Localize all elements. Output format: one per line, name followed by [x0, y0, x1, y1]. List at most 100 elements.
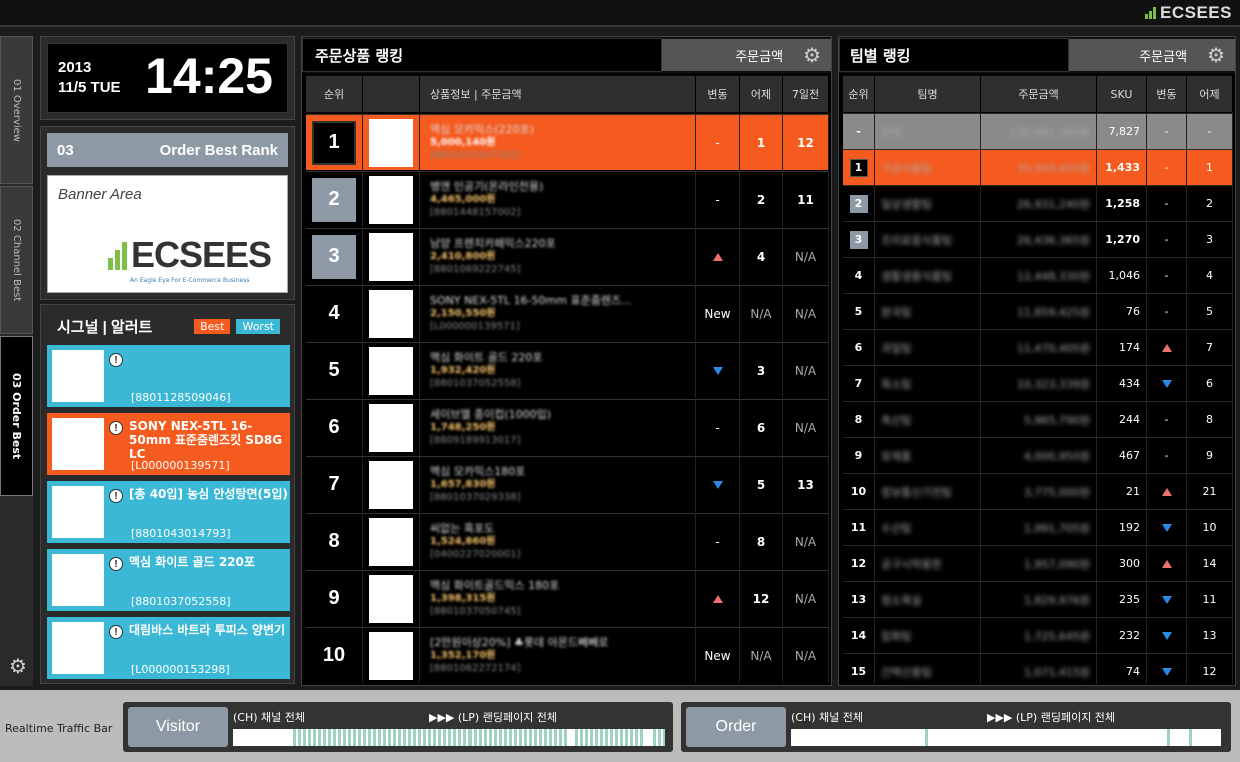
- change-value: New: [704, 306, 731, 321]
- product-row[interactable]: 9 맥심 화이트골드믹스 180포 1,398,315원 [8801037050…: [306, 570, 829, 626]
- visitor-traffic-strip[interactable]: [233, 729, 666, 746]
- banner-area[interactable]: Banner Area ECSEES An Eagle Eye For E-Co…: [47, 175, 288, 293]
- product-row[interactable]: 5 맥심 화이트 골드 220포 1,932,420원 [88010370525…: [306, 342, 829, 398]
- team-name: 전체: [881, 125, 902, 139]
- team-sort-selector[interactable]: 주문금액 ⚙: [1069, 39, 1235, 71]
- tab-channel-best[interactable]: 02 Channel Best: [0, 186, 33, 334]
- change-down-icon: [1161, 523, 1172, 532]
- week-value: N/A: [794, 420, 817, 435]
- change-value: -: [715, 420, 720, 435]
- top-bar: ECSEES: [0, 0, 1240, 27]
- clock-day: 11/5 TUE: [58, 79, 121, 96]
- product-sort-label: 주문금액: [735, 49, 784, 65]
- order-traffic-strip[interactable]: [791, 729, 1221, 746]
- product-thumbnail: [52, 554, 104, 606]
- team-name: 간택신용팀: [881, 665, 932, 679]
- team-row[interactable]: 3 조미료음식품팀 26,436,365원 1,270 - 3: [843, 221, 1233, 257]
- product-image: [369, 118, 413, 167]
- product-row[interactable]: 1 맥심 모카믹스(220포) 5,000,140원 [880103704720…: [306, 114, 829, 170]
- team-sku: 1,258: [1105, 197, 1140, 210]
- product-row[interactable]: 6 세이브엘 종이컵(1000입) 1,748,250원 [8809189913…: [306, 399, 829, 455]
- team-name: 완국팀: [881, 305, 912, 319]
- product-image: [369, 289, 413, 338]
- signal-item[interactable]: ! 대림바스 바트라 투피스 양변기 [L000000153298]: [47, 617, 290, 679]
- product-settings-gear-icon[interactable]: ⚙: [803, 43, 821, 67]
- traffic-tick: [313, 729, 316, 746]
- team-total-row[interactable]: - 전체 230,841,395원 7,827 - -: [843, 113, 1233, 149]
- product-sort-selector[interactable]: 주문금액 ⚙: [662, 39, 831, 71]
- tab-order-best[interactable]: 03 Order Best: [0, 336, 33, 496]
- team-row[interactable]: 14 잡화팀 1,725,645원 232 13: [843, 617, 1233, 653]
- traffic-tick: [534, 729, 537, 746]
- team-name: 잡화팀: [881, 629, 912, 643]
- best-badge[interactable]: Best: [194, 318, 231, 334]
- team-name: 청소욕실: [881, 593, 922, 607]
- order-button[interactable]: Order: [686, 707, 786, 747]
- team-row[interactable]: 7 육소팀 10,323,339원 434 6: [843, 365, 1233, 401]
- signal-item[interactable]: ! [8801128509046]: [47, 345, 290, 407]
- team-sku: 1,270: [1105, 233, 1140, 246]
- signal-item-name: 대림바스 바트라 투피스 양변기: [129, 623, 286, 637]
- team-row[interactable]: 1 가공식품팀 35,564,455원 1,433 - 1: [843, 149, 1233, 185]
- traffic-tick: [605, 729, 608, 746]
- product-row[interactable]: 8 씨없는 흑포도 1,524,860원 [0400227020001] - 8…: [306, 513, 829, 569]
- traffic-tick: [653, 729, 656, 746]
- visitor-button[interactable]: Visitor: [128, 707, 228, 747]
- app-logo-text: ECSEES: [1160, 3, 1232, 22]
- team-table-header: 순위 팀명 주문금액 SKU 변동 어제: [843, 76, 1233, 112]
- rank-number: 7: [328, 473, 340, 495]
- team-row[interactable]: 6 과일팀 11,470,405원 174 7: [843, 329, 1233, 365]
- team-row[interactable]: 5 완국팀 11,859,425원 76 - 5: [843, 293, 1233, 329]
- change-value: -: [715, 534, 720, 549]
- signal-item[interactable]: ! 맥심 화이트 골드 220포 [8801037052558]: [47, 549, 290, 611]
- product-row[interactable]: 10 [2만원이상20%] ♣롯데 아몬드빼빼로 1,352,170원 [880…: [306, 627, 829, 683]
- product-code: [8809189913017]: [430, 435, 521, 446]
- team-amount: 230,841,395원: [1009, 125, 1090, 139]
- team-sku: 467: [1119, 449, 1140, 462]
- team-amount: 11,470,405원: [1016, 341, 1090, 355]
- team-row[interactable]: 9 유제품 4,000,950원 467 - 9: [843, 437, 1233, 473]
- team-row[interactable]: 4 생활생용식품팀 12,448,330원 1,046 - 4: [843, 257, 1233, 293]
- team-row[interactable]: 10 정보통신기전팀 3,775,000원 21 21: [843, 473, 1233, 509]
- logo-bars-icon: [108, 242, 127, 270]
- product-row[interactable]: 4 SONY NEX-5TL 16-50mm 표준줌렌즈... 2,150,55…: [306, 285, 829, 341]
- team-rank: 8: [854, 413, 863, 426]
- traffic-tick: [388, 729, 391, 746]
- traffic-tick: [625, 729, 628, 746]
- alert-icon: !: [109, 557, 123, 571]
- rank-number: 8: [328, 530, 340, 552]
- clock-year: 2013: [58, 59, 92, 76]
- traffic-tick: [640, 729, 643, 746]
- settings-gear-icon[interactable]: ⚙: [9, 654, 27, 678]
- team-row[interactable]: 8 축산팀 5,965,790원 244 - 8: [843, 401, 1233, 437]
- tab-overview[interactable]: 01 Overview: [0, 36, 33, 184]
- team-rank: 7: [854, 377, 863, 390]
- team-row[interactable]: 11 수산팀 1,991,705원 192 10: [843, 509, 1233, 545]
- team-row[interactable]: 12 공구시락용판 1,957,090원 300 14: [843, 545, 1233, 581]
- team-row[interactable]: 15 간택신용팀 1,071,415원 74 12: [843, 653, 1233, 689]
- product-name: [2만원이상20%] ♣롯데 아몬드빼빼로: [430, 636, 609, 649]
- team-sku: 235: [1119, 593, 1140, 606]
- yesterday-value: 2: [756, 192, 766, 207]
- team-name: 조미료음식품팀: [881, 233, 952, 247]
- signal-item[interactable]: ! SONY NEX-5TL 16-50mm 표준줌렌즈킷 SD8G LC [L…: [47, 413, 290, 475]
- signal-item[interactable]: ! [총 40입] 농심 안성탕면(5입) [8801043014793]: [47, 481, 290, 543]
- worst-badge[interactable]: Worst: [236, 318, 280, 334]
- team-settings-gear-icon[interactable]: ⚙: [1207, 43, 1225, 67]
- product-row[interactable]: 2 뱅앤 인공기(온라인전용) 4,465,000원 [880144815700…: [306, 171, 829, 227]
- team-name: 축산팀: [881, 413, 912, 427]
- team-amount: 11,859,425원: [1016, 305, 1090, 319]
- vertical-tabs: 01 Overview 02 Channel Best 03 Order Bes…: [0, 36, 33, 686]
- change-up-icon: [1161, 559, 1172, 568]
- team-row[interactable]: 13 청소욕실 1,829,976원 235 11: [843, 581, 1233, 617]
- team-sku: 1,046: [1108, 269, 1141, 282]
- team-row[interactable]: 2 일상생활팀 26,931,240원 1,258 - 2: [843, 185, 1233, 221]
- product-row[interactable]: 3 남양 프렌치카페믹스220포 2,410,800원 [88010692227…: [306, 228, 829, 284]
- team-yesterday: -: [1207, 125, 1212, 138]
- alert-icon: !: [109, 421, 123, 435]
- product-row[interactable]: 7 맥심 모카믹스180포 1,657,830원 [8801037029338]…: [306, 456, 829, 512]
- team-name: 수산팀: [881, 521, 912, 535]
- alert-icon: !: [109, 489, 123, 503]
- team-sku: 76: [1126, 305, 1140, 318]
- traffic-tick: [358, 729, 361, 746]
